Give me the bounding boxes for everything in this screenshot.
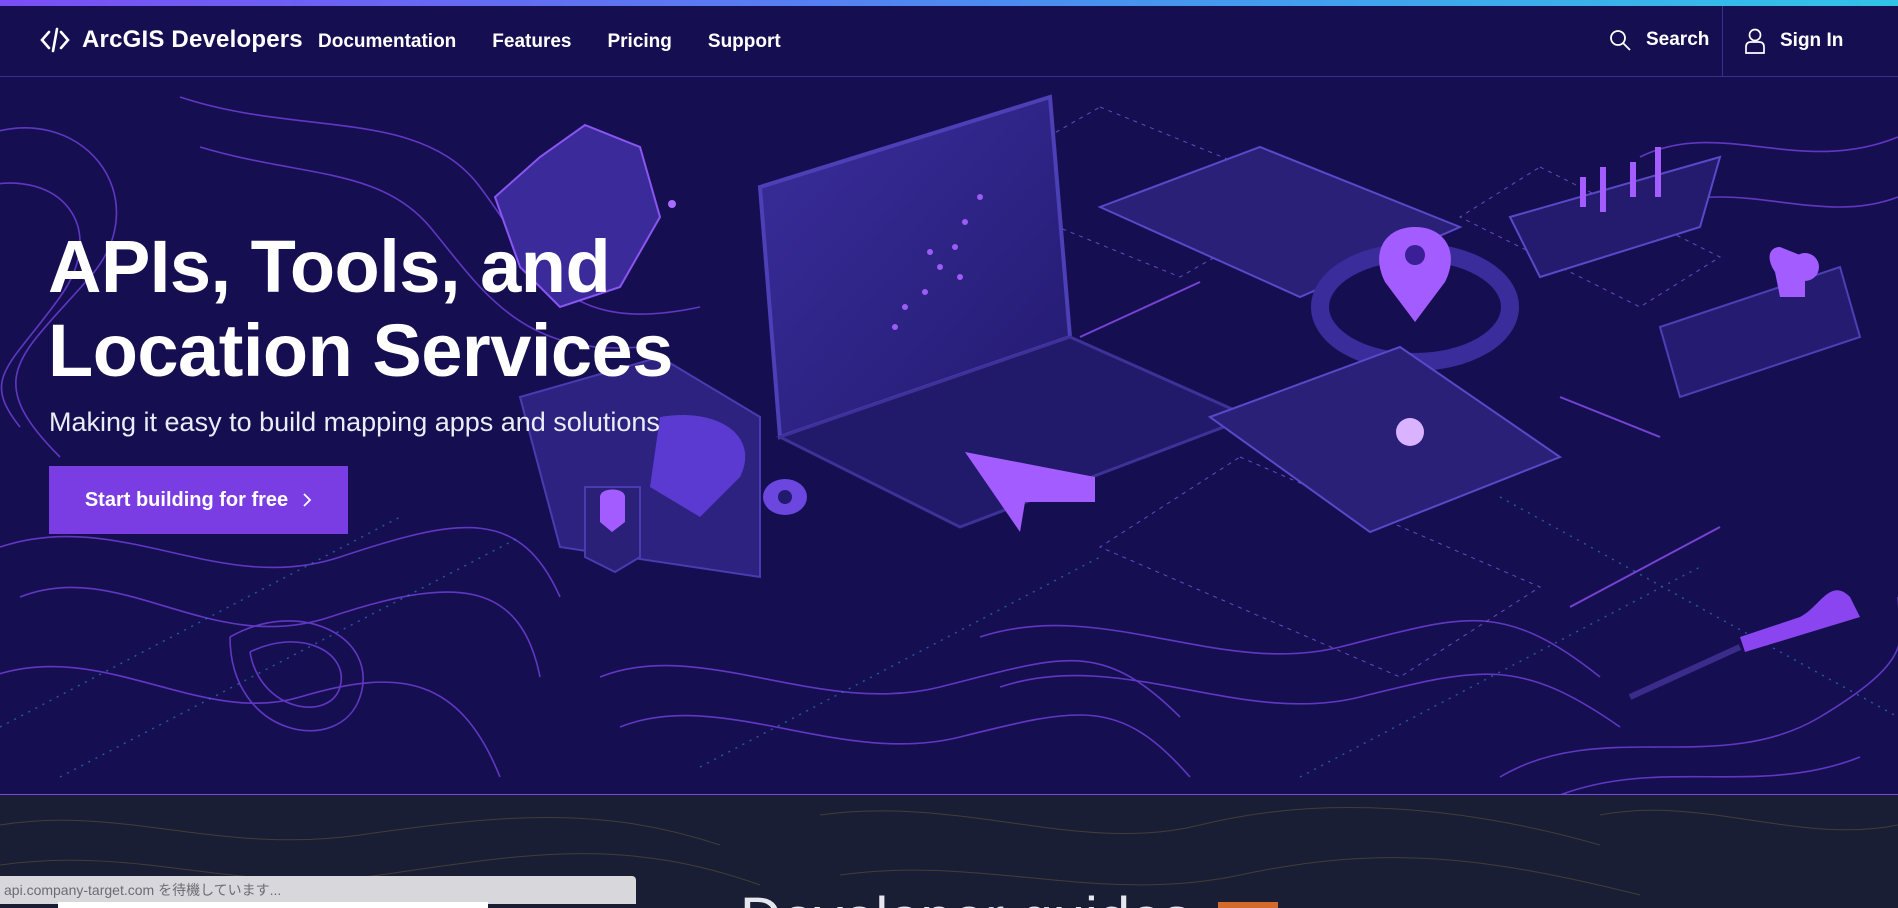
nav-features[interactable]: Features <box>492 31 571 53</box>
hero-subtitle: Making it easy to build mapping apps and… <box>49 407 660 437</box>
hero-heading: APIs, Tools, and Location Services <box>48 225 673 393</box>
search-icon <box>1610 30 1631 51</box>
start-building-label: Start building for free <box>84 488 289 511</box>
nav-divider <box>1722 6 1723 76</box>
sign-in-button[interactable]: Sign In <box>1744 28 1843 54</box>
start-building-button[interactable]: Start building for free <box>49 466 348 534</box>
user-icon <box>1745 28 1765 54</box>
nav-support[interactable]: Support <box>708 31 781 53</box>
brand-logo[interactable]: ArcGIS Developers <box>40 26 303 54</box>
search-label: Search <box>1646 29 1710 50</box>
brand-name: ArcGIS Developers <box>82 26 303 53</box>
top-navigation: ArcGIS Developers Documentation Features… <box>0 6 1898 77</box>
main-nav: Documentation Features Pricing Support <box>318 31 781 53</box>
section-heading: Developer guides <box>740 885 1191 908</box>
hero-heading-line-1: APIs, Tools, and <box>48 225 611 308</box>
chevron-right-icon <box>303 493 312 507</box>
code-brackets-icon <box>40 27 70 53</box>
page-strip-left <box>58 902 488 908</box>
hero-section: APIs, Tools, and Location Services Makin… <box>0 77 1898 795</box>
hero-heading-line-2: Location Services <box>48 309 673 392</box>
nav-pricing[interactable]: Pricing <box>607 31 671 53</box>
browser-status-bar: api.company-target.com を待機しています... <box>0 876 636 904</box>
nav-documentation[interactable]: Documentation <box>318 31 456 53</box>
search-button[interactable]: Search <box>1608 28 1709 52</box>
page-strip-accent <box>1218 902 1278 908</box>
sign-in-label: Sign In <box>1780 30 1844 51</box>
